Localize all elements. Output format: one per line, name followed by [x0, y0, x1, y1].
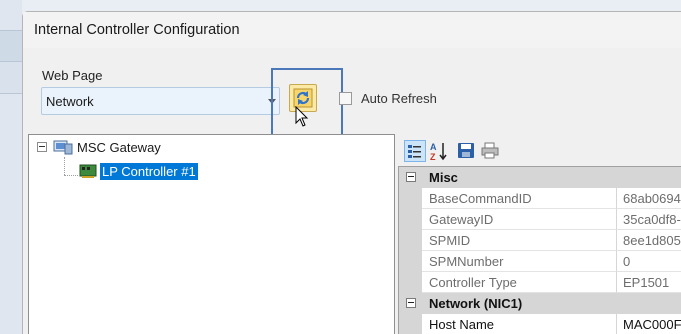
row-gutter — [399, 251, 422, 272]
row-gutter — [399, 230, 422, 251]
property-name: Controller Type — [422, 272, 617, 293]
web-page-dropdown[interactable]: Network — [41, 87, 280, 115]
gateway-icon — [53, 140, 73, 155]
row-gutter — [399, 272, 422, 293]
refresh-icon — [293, 88, 313, 108]
print-button[interactable] — [480, 140, 502, 162]
tree-connector — [64, 157, 65, 175]
property-row[interactable]: GatewayID 35ca0df8- — [399, 209, 681, 230]
collapse-toggle-icon[interactable] — [406, 172, 416, 182]
auto-refresh-checkbox[interactable] — [339, 92, 352, 105]
category-name: Misc — [429, 170, 458, 185]
property-name: GatewayID — [422, 209, 617, 230]
save-button[interactable] — [456, 140, 478, 162]
property-grid-toolbar: A Z — [398, 134, 681, 166]
category-row-network[interactable]: Network (NIC1) — [399, 293, 681, 314]
background-app-strip — [0, 0, 22, 334]
config-dialog: Internal Controller Configuration Web Pa… — [22, 11, 681, 334]
category-row-misc[interactable]: Misc — [399, 167, 681, 188]
property-row[interactable]: SPMID 8ee1d805 — [399, 230, 681, 251]
print-icon — [481, 142, 499, 159]
property-name: Host Name — [422, 314, 617, 334]
property-value[interactable]: 35ca0df8- — [617, 209, 681, 230]
category-name: Network (NIC1) — [429, 296, 523, 311]
background-band — [0, 62, 22, 94]
screen: Internal Controller Configuration Web Pa… — [0, 0, 681, 334]
tree-node-root[interactable]: MSC Gateway — [53, 138, 161, 156]
tree-node-root-label: MSC Gateway — [77, 139, 161, 155]
background-band — [0, 30, 22, 62]
property-row[interactable]: BaseCommandID 68ab0694 — [399, 188, 681, 209]
svg-text:A: A — [430, 142, 437, 152]
property-value[interactable]: MAC000F — [617, 314, 681, 334]
controller-board-icon — [79, 164, 97, 178]
svg-text:Z: Z — [430, 152, 436, 162]
categorized-view-button[interactable] — [404, 140, 426, 162]
alphabetical-sort-button[interactable]: A Z — [428, 140, 450, 162]
property-value[interactable]: 68ab0694 — [617, 188, 681, 209]
tree-connector — [64, 175, 78, 176]
sort-az-icon: A Z — [430, 142, 447, 162]
property-name: SPMID — [422, 230, 617, 251]
web-page-label: Web Page — [42, 68, 103, 83]
controller-tree: MSC Gateway LP Controller #1 — [28, 134, 395, 334]
property-value[interactable]: 8ee1d805 — [617, 230, 681, 251]
tree-node-lp-controller[interactable]: LP Controller #1 — [79, 162, 198, 180]
row-gutter — [399, 314, 422, 334]
collapse-toggle-icon[interactable] — [37, 142, 47, 152]
property-value[interactable]: 0 — [617, 251, 681, 272]
web-page-selected-value: Network — [46, 94, 94, 109]
mouse-cursor-icon — [295, 106, 309, 127]
property-row[interactable]: Controller Type EP1501 — [399, 272, 681, 293]
property-value[interactable]: EP1501 — [617, 272, 681, 293]
property-name: BaseCommandID — [422, 188, 617, 209]
tree-node-lp-controller-label: LP Controller #1 — [100, 162, 198, 180]
property-grid: Misc BaseCommandID 68ab0694 GatewayID 35… — [398, 166, 681, 334]
property-grid-panel: A Z Misc BaseCommandID 68ab0694 GatewayI… — [398, 134, 681, 334]
collapse-toggle-icon[interactable] — [406, 298, 416, 308]
row-gutter — [399, 188, 422, 209]
property-row[interactable]: Host Name MAC000F — [399, 314, 681, 334]
auto-refresh-label: Auto Refresh — [361, 91, 437, 106]
property-name: SPMNumber — [422, 251, 617, 272]
categorized-icon — [408, 145, 421, 158]
window-title: Internal Controller Configuration — [23, 12, 681, 48]
row-gutter — [399, 209, 422, 230]
save-icon — [458, 143, 474, 158]
property-row[interactable]: SPMNumber 0 — [399, 251, 681, 272]
